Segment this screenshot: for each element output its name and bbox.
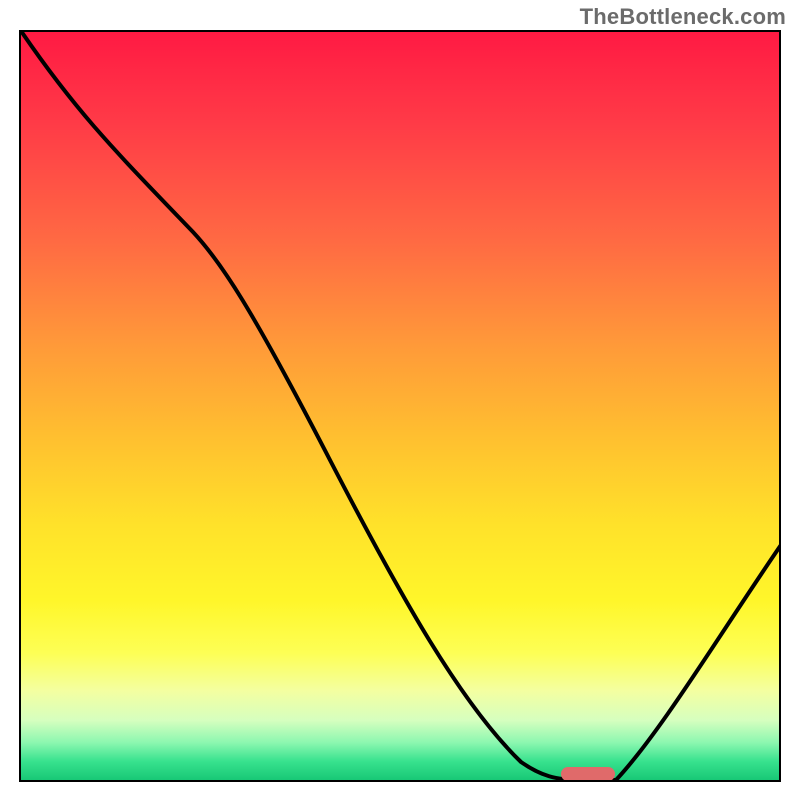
bottleneck-chart: TheBottleneck.com (0, 0, 800, 800)
bottleneck-curve-path (21, 32, 779, 780)
curve-layer (21, 32, 779, 780)
watermark-text: TheBottleneck.com (580, 4, 786, 30)
optimal-marker (561, 767, 615, 781)
plot-area (19, 30, 781, 782)
